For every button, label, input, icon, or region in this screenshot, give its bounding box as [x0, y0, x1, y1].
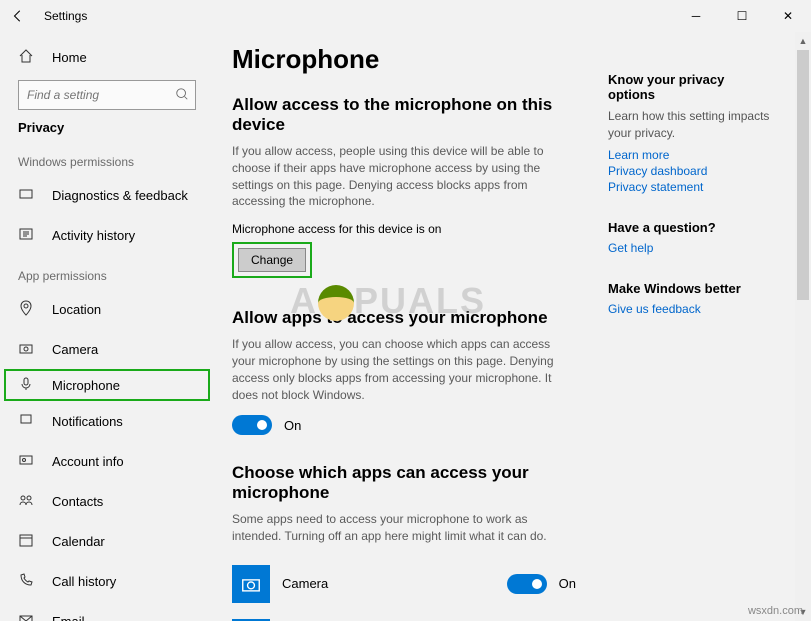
- back-button[interactable]: [10, 8, 26, 24]
- sidebar-item-label: Diagnostics & feedback: [52, 188, 188, 203]
- apps-access-toggle[interactable]: [232, 415, 272, 435]
- link-privacy-dashboard[interactable]: Privacy dashboard: [608, 164, 772, 178]
- titlebar: Settings ─ ☐ ✕: [0, 0, 811, 32]
- link-learn-more[interactable]: Learn more: [608, 148, 772, 162]
- microphone-icon: [18, 376, 34, 395]
- link-privacy-statement[interactable]: Privacy statement: [608, 180, 772, 194]
- sidebar: Home Privacy Windows permissions Diagnos…: [0, 32, 214, 621]
- app-toggle-state: On: [559, 576, 576, 591]
- sidebar-item-diagnostics-feedback[interactable]: Diagnostics & feedback: [4, 175, 210, 215]
- change-button[interactable]: Change: [238, 248, 306, 272]
- window-controls: ─ ☐ ✕: [673, 0, 811, 32]
- sidebar-item-label: Microphone: [52, 378, 120, 393]
- change-button-highlight: Change: [232, 242, 312, 278]
- activity-history-icon: [18, 226, 34, 245]
- make-windows-better-heading: Make Windows better: [608, 281, 772, 296]
- sidebar-item-label: Camera: [52, 342, 98, 357]
- main-content: Microphone Allow access to the microphon…: [232, 44, 582, 621]
- know-privacy-desc: Learn how this setting impacts your priv…: [608, 108, 772, 142]
- sidebar-item-activity-history[interactable]: Activity history: [4, 215, 210, 255]
- section-1-heading: Allow access to the microphone on this d…: [232, 95, 576, 135]
- search-icon: [175, 87, 189, 106]
- sidebar-item-label: Notifications: [52, 414, 123, 429]
- sidebar-item-label: Call history: [52, 574, 116, 589]
- sidebar-item-label: Calendar: [52, 534, 105, 549]
- home-icon: [18, 48, 34, 67]
- notifications-icon: [18, 412, 34, 431]
- sidebar-current-page: Privacy: [4, 120, 210, 135]
- account-info-icon: [18, 452, 34, 471]
- scroll-up-arrow[interactable]: ▲: [795, 32, 811, 50]
- sidebar-item-calendar[interactable]: Calendar: [4, 521, 210, 561]
- section-3-desc: Some apps need to access your microphone…: [232, 511, 576, 545]
- source-watermark-wsxdn: wsxdn.com: [748, 605, 803, 617]
- search-input[interactable]: [18, 80, 196, 110]
- location-icon: [18, 300, 34, 319]
- section-1-desc: If you allow access, people using this d…: [232, 143, 576, 210]
- app-row-camera: Camera On: [232, 557, 576, 611]
- sidebar-item-account-info[interactable]: Account info: [4, 441, 210, 481]
- have-question-heading: Have a question?: [608, 220, 772, 235]
- sidebar-item-camera[interactable]: Camera: [4, 329, 210, 369]
- close-button[interactable]: ✕: [765, 0, 811, 32]
- section-3-heading: Choose which apps can access your microp…: [232, 463, 576, 503]
- mic-access-status: Microphone access for this device is on: [232, 222, 576, 236]
- link-get-help[interactable]: Get help: [608, 241, 772, 255]
- diagnostics-feedback-icon: [18, 186, 34, 205]
- sidebar-item-email[interactable]: Email: [4, 601, 210, 621]
- minimize-button[interactable]: ─: [673, 0, 719, 32]
- sidebar-item-microphone[interactable]: Microphone: [4, 369, 210, 401]
- sidebar-group-windows-permissions: Windows permissions: [4, 155, 210, 169]
- window-title: Settings: [44, 9, 87, 23]
- app-row-cortana: CortanaOff: [232, 611, 576, 621]
- app-name-label: Camera: [282, 576, 507, 591]
- sidebar-item-location[interactable]: Location: [4, 289, 210, 329]
- contacts-icon: [18, 492, 34, 511]
- know-privacy-heading: Know your privacy options: [608, 72, 772, 102]
- email-icon: [18, 612, 34, 621]
- sidebar-item-notifications[interactable]: Notifications: [4, 401, 210, 441]
- apps-access-toggle-label: On: [284, 418, 301, 433]
- sidebar-item-label: Account info: [52, 454, 124, 469]
- camera-app-icon: [232, 565, 270, 603]
- sidebar-home-label: Home: [52, 50, 87, 65]
- sidebar-item-label: Location: [52, 302, 101, 317]
- section-2-desc: If you allow access, you can choose whic…: [232, 336, 576, 403]
- right-panel: Know your privacy options Learn how this…: [582, 44, 772, 621]
- sidebar-item-label: Activity history: [52, 228, 135, 243]
- camera-icon: [18, 340, 34, 359]
- section-2-heading: Allow apps to access your microphone: [232, 308, 576, 328]
- scrollbar[interactable]: ▲ ▼: [795, 32, 811, 621]
- sidebar-group-app-permissions: App permissions: [4, 269, 210, 283]
- maximize-button[interactable]: ☐: [719, 0, 765, 32]
- sidebar-item-label: Email: [52, 614, 85, 621]
- sidebar-item-label: Contacts: [52, 494, 103, 509]
- sidebar-item-contacts[interactable]: Contacts: [4, 481, 210, 521]
- page-title: Microphone: [232, 44, 576, 75]
- calendar-icon: [18, 532, 34, 551]
- call-history-icon: [18, 572, 34, 591]
- link-give-feedback[interactable]: Give us feedback: [608, 302, 772, 316]
- scroll-thumb[interactable]: [797, 50, 809, 300]
- app-toggle-camera[interactable]: [507, 574, 547, 594]
- sidebar-item-call-history[interactable]: Call history: [4, 561, 210, 601]
- sidebar-home[interactable]: Home: [4, 38, 210, 76]
